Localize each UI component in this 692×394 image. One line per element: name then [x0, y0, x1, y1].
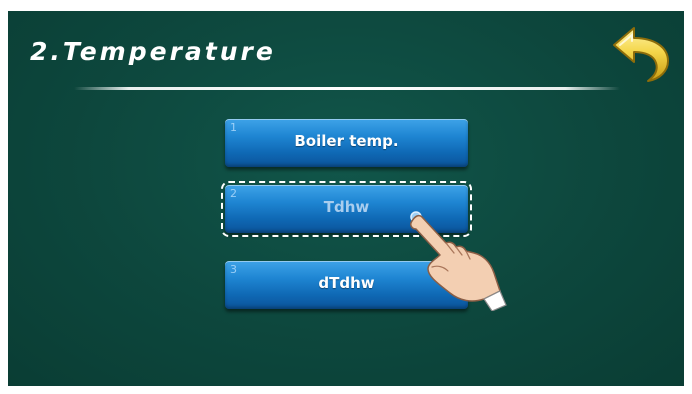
page-title: 2.Temperature [30, 37, 276, 66]
menu-item-label: dTdhw [318, 274, 375, 292]
menu-item-label: Tdhw [323, 198, 370, 216]
menu-item-boiler-temp[interactable]: 1 Boiler temp. [225, 119, 468, 167]
menu-item-dtdhw[interactable]: 3 dTdhw [225, 261, 468, 309]
menu-item-label: Boiler temp. [294, 132, 399, 150]
back-button[interactable] [608, 25, 674, 83]
screen: 2.Temperature 1 Boiler temp. 2 Tdhw 3 dT… [8, 11, 684, 386]
back-arrow-icon [613, 27, 669, 82]
menu-item-tdhw[interactable]: 2 Tdhw [221, 181, 472, 237]
title-divider [74, 87, 620, 90]
